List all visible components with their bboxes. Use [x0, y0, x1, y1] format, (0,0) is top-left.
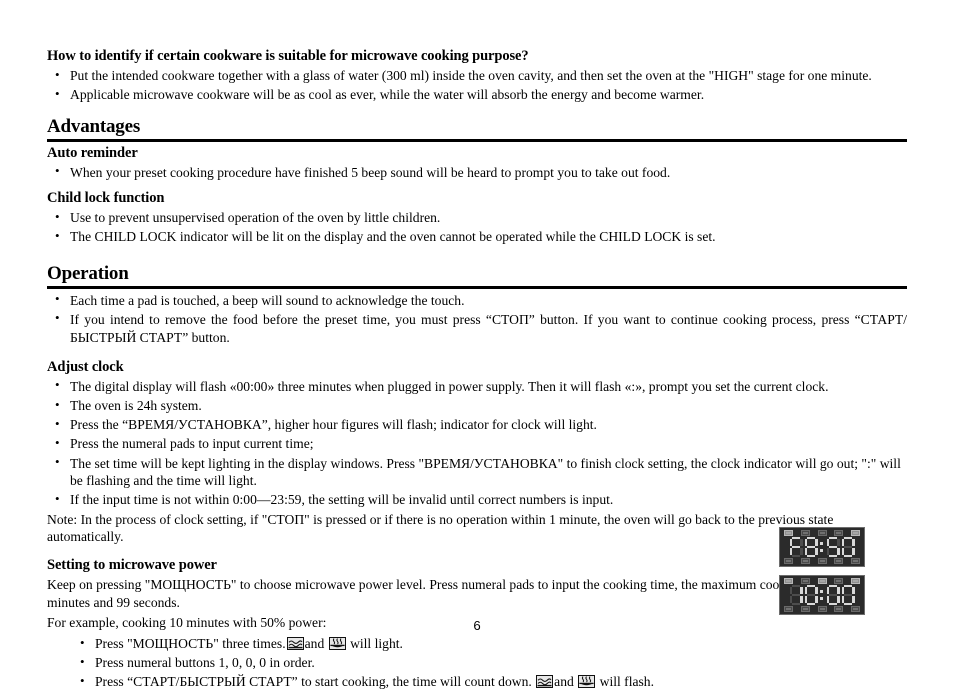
- cookware-bullet-list: Put the intended cookware together with …: [47, 67, 907, 104]
- adjust-clock-heading: Adjust clock: [47, 358, 124, 375]
- list-item: Press the “ВРЕМЯ/УСТАНОВКА”, higher hour…: [47, 416, 907, 434]
- auto-menu-indicator-icon: [851, 578, 860, 585]
- grill-indicator-icon: [800, 530, 810, 537]
- clock-indicator-icon: [784, 605, 793, 612]
- step1-text-before: Press "МОЩНОСТЬ" three times.: [95, 636, 286, 652]
- child-lock-bullet-list: Use to prevent unsupervised operation of…: [47, 209, 907, 246]
- list-item: The CHILD LOCK indicator will be lit on …: [47, 228, 907, 246]
- list-item: Press the numeral pads to input current …: [47, 435, 907, 453]
- list-item: Press “СТАРТ/БЫСТРЫЙ СТАРТ” to start coo…: [47, 673, 907, 691]
- cooking-time-display: [779, 575, 865, 615]
- microwave-wave-icon: [286, 637, 304, 651]
- power-level-display: [779, 527, 865, 567]
- led-digit: [841, 585, 855, 605]
- step1-text-middle: and: [304, 636, 325, 652]
- list-item: The set time will be kept lighting in th…: [47, 454, 907, 490]
- list-item: Each time a pad is touched, a beep will …: [47, 291, 907, 310]
- adjust-clock-bullet-list: The digital display will flash «00:00» t…: [47, 377, 907, 509]
- timer-indicator-icon: [800, 605, 810, 612]
- child-lock-indicator-icon: [834, 557, 844, 564]
- microwave-wave-icon: [536, 675, 554, 689]
- adjust-clock-note: Note: In the process of clock setting, i…: [47, 511, 834, 545]
- heating-dish-icon: [328, 637, 346, 651]
- list-item: When your preset cooking procedure have …: [47, 163, 907, 182]
- weight-indicator-icon: [817, 605, 827, 612]
- cookware-section-heading: How to identify if certain cookware is s…: [47, 48, 529, 64]
- microwave-indicator-icon: [784, 530, 793, 537]
- heating-dish-icon: [578, 675, 596, 689]
- timer-indicator-icon: [800, 557, 810, 564]
- operation-heading: Operation: [47, 263, 129, 285]
- led-top-indicator-row: [783, 578, 861, 585]
- microwave-indicator-icon: [784, 578, 793, 585]
- led-digit-row: [783, 537, 861, 557]
- operation-divider: [47, 285, 907, 289]
- child-lock-indicator-icon: [834, 605, 844, 612]
- combination-indicator-icon: [817, 578, 827, 585]
- auto-reminder-bullet-list: When your preset cooking procedure have …: [47, 163, 907, 182]
- list-item: Press numeral buttons 1, 0, 0, 0 in orde…: [47, 654, 907, 672]
- list-item: If the input time is not within 0:00—23:…: [47, 491, 907, 509]
- microwave-power-steps-list: Press "МОЩНОСТЬ" three times. and will li…: [47, 635, 907, 691]
- led-digit: [804, 537, 818, 557]
- memory-indicator-icon: [851, 605, 860, 612]
- clock-indicator-icon: [784, 557, 793, 564]
- list-item: Use to prevent unsupervised operation of…: [47, 209, 907, 227]
- led-digit: [841, 537, 855, 557]
- page-number: 6: [473, 618, 481, 633]
- microwave-power-intro: Keep on pressing "МОЩНОСТЬ" to choose mi…: [47, 577, 861, 610]
- auto-menu-indicator-icon: [851, 530, 860, 537]
- led-colon: [820, 585, 825, 605]
- advantages-heading: Advantages: [47, 116, 141, 138]
- led-bottom-indicator-row: [783, 557, 861, 564]
- list-item: If you intend to remove the food before …: [47, 310, 907, 346]
- grill-indicator-icon: [800, 578, 810, 585]
- defrost-indicator-icon: [834, 578, 844, 585]
- auto-reminder-heading: Auto reminder: [47, 144, 138, 161]
- led-digit: [789, 585, 803, 605]
- led-digit: [804, 585, 818, 605]
- list-item: Press "МОЩНОСТЬ" three times. and will li…: [47, 635, 907, 653]
- led-digit: [789, 537, 803, 557]
- led-top-indicator-row: [783, 530, 861, 537]
- list-item: The oven is 24h system.: [47, 397, 907, 415]
- memory-indicator-icon: [851, 557, 860, 564]
- advantages-divider: [47, 138, 907, 142]
- led-digit-row: [783, 585, 861, 605]
- defrost-indicator-icon: [834, 530, 844, 537]
- list-item: Applicable microwave cookware will be as…: [47, 86, 907, 104]
- led-digit: [826, 537, 840, 557]
- step3-text-middle: and: [554, 674, 574, 690]
- weight-indicator-icon: [817, 557, 827, 564]
- led-digit: [826, 585, 840, 605]
- step3-text-before: Press “СТАРТ/БЫСТРЫЙ СТАРТ” to start coo…: [95, 674, 532, 690]
- child-lock-heading: Child lock function: [47, 190, 165, 206]
- led-colon: [820, 537, 825, 557]
- step1-text-after: will light.: [350, 636, 403, 652]
- manual-page: How to identify if certain cookware is s…: [0, 0, 954, 689]
- list-item: Put the intended cookware together with …: [47, 67, 907, 85]
- led-bottom-indicator-row: [783, 605, 861, 612]
- step3-text-after: will flash.: [599, 674, 654, 690]
- microwave-power-heading: Setting to microwave power: [47, 556, 217, 573]
- operation-bullet-list: Each time a pad is touched, a beep will …: [47, 291, 907, 347]
- list-item: The digital display will flash «00:00» t…: [47, 377, 907, 396]
- combination-indicator-icon: [817, 530, 827, 537]
